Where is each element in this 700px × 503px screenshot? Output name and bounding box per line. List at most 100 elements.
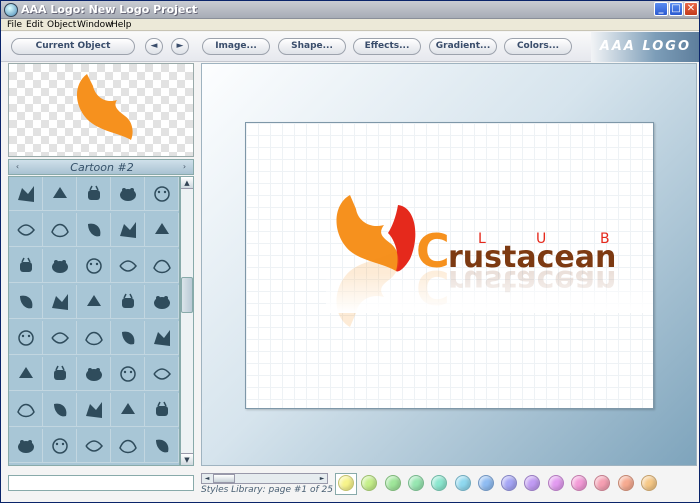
library-item[interactable] xyxy=(77,357,111,391)
library-item[interactable] xyxy=(111,213,145,247)
scroll-down-button[interactable]: ▼ xyxy=(181,453,193,465)
cartoon-icon xyxy=(51,223,69,238)
shape-button[interactable]: Shape... xyxy=(278,38,346,55)
library-item[interactable] xyxy=(145,357,179,391)
color-swatch[interactable] xyxy=(501,475,518,491)
page-prev-button[interactable]: ◄ xyxy=(202,474,212,483)
color-swatch[interactable] xyxy=(594,475,611,491)
menu-help[interactable]: Help xyxy=(111,19,132,31)
current-object-button[interactable]: Current Object xyxy=(11,38,135,55)
color-swatch[interactable] xyxy=(617,475,634,491)
library-item[interactable] xyxy=(111,321,145,355)
library-item[interactable] xyxy=(111,249,145,283)
library-item[interactable] xyxy=(145,393,179,427)
cartoon-icon xyxy=(18,186,34,202)
object-preview xyxy=(8,63,194,157)
library-item[interactable] xyxy=(145,177,179,211)
title-bar[interactable]: AAA Logo: New Logo Project _ □ ✕ xyxy=(1,1,699,19)
library-item[interactable] xyxy=(43,249,77,283)
scroll-thumb[interactable] xyxy=(181,277,193,313)
page-next-button[interactable]: ► xyxy=(317,474,327,483)
colors-button[interactable]: Colors... xyxy=(504,38,572,55)
logo-sub-b: B xyxy=(600,231,610,247)
library-item[interactable] xyxy=(77,465,111,466)
library-item[interactable] xyxy=(145,285,179,319)
color-swatch[interactable] xyxy=(547,475,564,491)
scroll-up-button[interactable]: ▲ xyxy=(181,177,193,189)
library-item[interactable] xyxy=(43,429,77,463)
color-swatch[interactable] xyxy=(524,475,541,491)
library-item[interactable] xyxy=(9,429,43,463)
library-item[interactable] xyxy=(145,213,179,247)
toolbar: Current Object ◄ ► Image... Shape... Eff… xyxy=(1,32,699,62)
menu-object[interactable]: Object xyxy=(47,19,76,31)
cartoon-icon xyxy=(17,224,35,236)
library-item[interactable] xyxy=(9,357,43,391)
library-item[interactable] xyxy=(77,249,111,283)
menu-window[interactable]: Window xyxy=(77,19,113,31)
library-item[interactable] xyxy=(43,321,77,355)
library-item[interactable] xyxy=(43,465,77,466)
color-swatch[interactable] xyxy=(571,475,587,491)
color-swatch[interactable] xyxy=(640,475,657,491)
library-item[interactable] xyxy=(9,249,43,283)
library-item[interactable] xyxy=(77,285,111,319)
library-item[interactable] xyxy=(111,357,145,391)
next-object-button[interactable]: ► xyxy=(171,38,189,55)
library-prev-button[interactable]: ‹ xyxy=(11,161,24,173)
library-item[interactable] xyxy=(9,285,43,319)
library-item[interactable] xyxy=(77,213,111,247)
library-item[interactable] xyxy=(9,465,43,466)
menu-edit[interactable]: Edit xyxy=(26,19,43,31)
cartoon-icon xyxy=(120,222,136,238)
color-swatch-bar xyxy=(335,473,699,497)
styles-library-grid[interactable] xyxy=(8,176,180,466)
color-swatch[interactable] xyxy=(338,475,354,491)
color-swatch[interactable] xyxy=(477,475,494,491)
library-item[interactable] xyxy=(145,249,179,283)
library-item[interactable] xyxy=(43,213,77,247)
library-item[interactable] xyxy=(9,213,43,247)
library-item[interactable] xyxy=(43,285,77,319)
color-swatch[interactable] xyxy=(454,475,471,491)
library-item[interactable] xyxy=(77,177,111,211)
library-search-input[interactable] xyxy=(8,475,194,491)
library-scrollbar[interactable]: ▲ ▼ xyxy=(180,176,194,466)
color-swatch[interactable] xyxy=(384,475,401,491)
color-swatch[interactable] xyxy=(361,475,378,491)
close-button[interactable]: ✕ xyxy=(684,2,698,16)
library-item[interactable] xyxy=(43,393,77,427)
cartoon-icon xyxy=(52,294,68,310)
library-item[interactable] xyxy=(9,393,43,427)
menu-file[interactable]: File xyxy=(7,19,22,31)
library-item[interactable] xyxy=(145,465,179,466)
library-item[interactable] xyxy=(111,177,145,211)
library-item[interactable] xyxy=(111,429,145,463)
cartoon-icon xyxy=(87,295,101,306)
library-page-scrollbar[interactable]: ◄ ► xyxy=(201,473,328,484)
library-item[interactable] xyxy=(77,321,111,355)
library-item[interactable] xyxy=(111,465,145,466)
logo-artboard[interactable]: C rustacean L U B C rustacean xyxy=(245,122,656,409)
library-next-button[interactable]: › xyxy=(178,161,191,173)
gradient-button[interactable]: Gradient... xyxy=(429,38,497,55)
color-swatch[interactable] xyxy=(407,475,424,491)
library-item[interactable] xyxy=(77,429,111,463)
library-item[interactable] xyxy=(145,321,179,355)
color-swatch[interactable] xyxy=(431,475,448,491)
library-item[interactable] xyxy=(145,429,179,463)
library-item[interactable] xyxy=(77,393,111,427)
library-item[interactable] xyxy=(111,285,145,319)
library-item[interactable] xyxy=(9,177,43,211)
previous-object-button[interactable]: ◄ xyxy=(145,38,163,55)
cartoon-icon xyxy=(120,188,136,201)
image-button[interactable]: Image... xyxy=(202,38,270,55)
effects-button[interactable]: Effects... xyxy=(353,38,421,55)
library-item[interactable] xyxy=(111,393,145,427)
page-scroll-thumb[interactable] xyxy=(213,474,235,483)
maximize-button[interactable]: □ xyxy=(669,2,683,16)
minimize-button[interactable]: _ xyxy=(654,2,668,16)
library-item[interactable] xyxy=(43,357,77,391)
library-item[interactable] xyxy=(43,177,77,211)
library-item[interactable] xyxy=(9,321,43,355)
